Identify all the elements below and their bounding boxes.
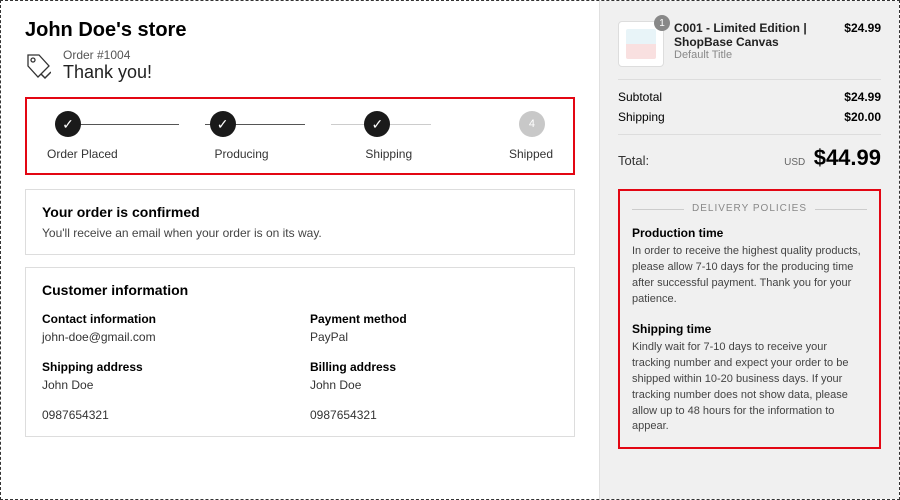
step-label: Producing bbox=[215, 147, 269, 161]
product-variant: Default Title bbox=[674, 49, 834, 61]
step-label: Shipping bbox=[365, 147, 412, 161]
contact-email: john-doe@gmail.com bbox=[42, 330, 290, 344]
order-confirmed-panel: Your order is confirmed You'll receive a… bbox=[25, 189, 575, 255]
step-producing: ✓ bbox=[210, 111, 236, 137]
shipping-name: John Doe bbox=[42, 378, 290, 392]
thank-you-message: Thank you! bbox=[63, 62, 152, 83]
step-label: Order Placed bbox=[47, 147, 118, 161]
tag-icon bbox=[25, 52, 51, 80]
store-name: John Doe's store bbox=[25, 19, 575, 42]
step-number: 4 bbox=[519, 111, 545, 137]
shipping-phone: 0987654321 bbox=[42, 408, 290, 422]
shipping-cost-value: $20.00 bbox=[844, 110, 881, 124]
shipping-time-text: Kindly wait for 7-10 days to receive you… bbox=[632, 340, 867, 436]
order-number: Order #1004 bbox=[63, 48, 152, 62]
billing-label: Billing address bbox=[310, 360, 558, 374]
check-icon: ✓ bbox=[210, 111, 236, 137]
step-order-placed: ✓ bbox=[55, 111, 81, 137]
step-label: Shipped bbox=[509, 147, 553, 161]
billing-phone: 0987654321 bbox=[310, 408, 558, 422]
product-thumbnail: 1 bbox=[618, 21, 664, 67]
total-currency: USD bbox=[784, 157, 805, 168]
divider bbox=[618, 134, 881, 135]
shipping-label: Shipping address bbox=[42, 360, 290, 374]
product-price: $24.99 bbox=[844, 21, 881, 67]
confirm-text: You'll receive an email when your order … bbox=[42, 226, 558, 240]
quantity-badge: 1 bbox=[654, 15, 670, 31]
confirm-title: Your order is confirmed bbox=[42, 204, 558, 220]
step-shipping: ✓ bbox=[364, 111, 390, 137]
divider bbox=[618, 79, 881, 80]
cart-item: 1 C001 - Limited Edition | ShopBase Canv… bbox=[618, 21, 881, 67]
shipping-time-title: Shipping time bbox=[632, 322, 867, 336]
policies-header: DELIVERY POLICIES bbox=[632, 203, 867, 214]
total-amount: $44.99 bbox=[814, 145, 881, 170]
step-shipped: 4 bbox=[519, 111, 545, 137]
check-icon: ✓ bbox=[364, 111, 390, 137]
production-time-text: In order to receive the highest quality … bbox=[632, 244, 867, 308]
check-icon: ✓ bbox=[55, 111, 81, 137]
total-label: Total: bbox=[618, 153, 649, 168]
billing-name: John Doe bbox=[310, 378, 558, 392]
customer-info-title: Customer information bbox=[42, 282, 558, 298]
subtotal-value: $24.99 bbox=[844, 90, 881, 104]
contact-label: Contact information bbox=[42, 312, 290, 326]
payment-label: Payment method bbox=[310, 312, 558, 326]
shipping-cost-label: Shipping bbox=[618, 110, 665, 124]
progress-tracker: ✓ ✓ ✓ 4 Order Placed Producing Shipping … bbox=[25, 97, 575, 175]
delivery-policies-panel: DELIVERY POLICIES Production time In ord… bbox=[618, 189, 881, 449]
subtotal-label: Subtotal bbox=[618, 90, 662, 104]
customer-info-panel: Customer information Contact information… bbox=[25, 267, 575, 437]
production-time-title: Production time bbox=[632, 226, 867, 240]
product-name: C001 - Limited Edition | ShopBase Canvas bbox=[674, 21, 834, 49]
payment-method: PayPal bbox=[310, 330, 558, 344]
